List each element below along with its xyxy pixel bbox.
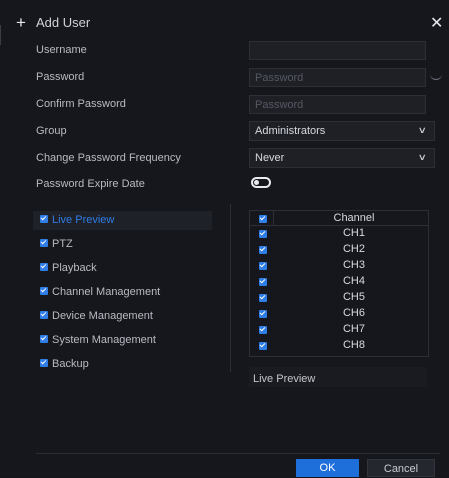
change-frequency-label: Change Password Frequency bbox=[36, 152, 181, 164]
checkbox-checked-icon[interactable] bbox=[259, 278, 267, 286]
permission-label: PTZ bbox=[52, 238, 73, 250]
table-row[interactable]: CH7 bbox=[250, 323, 428, 336]
confirm-password-input[interactable] bbox=[249, 95, 426, 114]
permission-scope-label: Live Preview bbox=[253, 373, 316, 385]
table-row[interactable]: CH1 bbox=[250, 227, 428, 240]
checkbox-checked-icon[interactable] bbox=[40, 359, 48, 368]
expire-date-label: Password Expire Date bbox=[36, 178, 145, 190]
checkbox-checked-icon[interactable] bbox=[40, 287, 48, 296]
group-label: Group bbox=[36, 125, 67, 137]
checkbox-checked-icon[interactable] bbox=[259, 262, 267, 270]
username-input[interactable] bbox=[249, 41, 426, 60]
table-row[interactable]: CH6 bbox=[250, 307, 428, 320]
checkbox-checked-icon[interactable] bbox=[40, 215, 48, 224]
footer-divider bbox=[36, 453, 440, 454]
checkbox-checked-icon[interactable] bbox=[259, 230, 267, 238]
channel-name: CH8 bbox=[342, 339, 365, 351]
channel-name: CH6 bbox=[342, 307, 365, 319]
permission-label: Live Preview bbox=[52, 214, 115, 226]
checkbox-checked-icon[interactable] bbox=[40, 239, 48, 248]
permission-playback[interactable]: Playback bbox=[40, 262, 97, 278]
cancel-button[interactable]: Cancel bbox=[367, 459, 435, 477]
group-select-value: Administrators bbox=[255, 125, 326, 137]
plus-icon: + bbox=[16, 13, 26, 32]
chevron-down-icon: ∨ bbox=[418, 152, 428, 162]
confirm-password-label: Confirm Password bbox=[36, 98, 126, 110]
checkbox-checked-icon[interactable] bbox=[40, 311, 48, 320]
checkbox-checked-icon[interactable] bbox=[259, 215, 267, 223]
column-divider bbox=[273, 211, 274, 225]
permission-live-preview[interactable]: Live Preview bbox=[40, 214, 114, 230]
channel-column-header: Channel bbox=[333, 212, 375, 224]
toggle-knob bbox=[254, 180, 259, 185]
checkbox-checked-icon[interactable] bbox=[259, 342, 267, 350]
channel-name: CH7 bbox=[342, 323, 365, 335]
checkbox-checked-icon[interactable] bbox=[40, 263, 48, 272]
channel-name: CH4 bbox=[342, 275, 365, 287]
table-row[interactable]: CH5 bbox=[250, 291, 428, 304]
add-user-dialog: + Add User ✕ Username Password Confirm P… bbox=[0, 0, 449, 477]
chevron-down-icon: ∨ bbox=[418, 125, 428, 135]
eye-icon[interactable] bbox=[430, 73, 442, 80]
permission-label: Backup bbox=[52, 358, 89, 370]
channel-name: CH1 bbox=[342, 227, 365, 239]
dialog-title: Add User bbox=[36, 15, 91, 30]
permission-label: Channel Management bbox=[52, 286, 161, 298]
channel-table: Channel CH1 CH2 CH3 CH4 CH5 CH6 CH7 CH8 bbox=[249, 210, 429, 357]
channel-name: CH5 bbox=[342, 291, 365, 303]
left-edge-marker bbox=[0, 25, 5, 45]
table-row[interactable]: CH8 bbox=[250, 339, 428, 352]
table-row[interactable]: CH2 bbox=[250, 243, 428, 256]
password-label: Password bbox=[36, 71, 85, 83]
ok-button[interactable]: OK bbox=[296, 459, 359, 477]
checkbox-checked-icon[interactable] bbox=[259, 326, 267, 334]
permission-label: Device Management bbox=[52, 310, 153, 322]
table-row[interactable]: CH3 bbox=[250, 259, 428, 272]
permission-backup[interactable]: Backup bbox=[40, 358, 89, 374]
change-frequency-value: Never bbox=[255, 152, 285, 164]
username-label: Username bbox=[36, 44, 87, 56]
close-icon[interactable]: ✕ bbox=[430, 13, 443, 33]
permission-label: Playback bbox=[52, 262, 97, 274]
permission-device-management[interactable]: Device Management bbox=[40, 310, 153, 326]
permission-ptz[interactable]: PTZ bbox=[40, 238, 73, 254]
group-select[interactable]: Administrators ∨ bbox=[249, 121, 435, 141]
permission-channel-management[interactable]: Channel Management bbox=[40, 286, 160, 302]
panel-divider bbox=[230, 204, 231, 372]
checkbox-checked-icon[interactable] bbox=[40, 335, 48, 344]
checkbox-checked-icon[interactable] bbox=[259, 294, 267, 302]
channel-header-row: Channel bbox=[250, 212, 428, 225]
table-row[interactable]: CH4 bbox=[250, 275, 428, 288]
permission-system-management[interactable]: System Management bbox=[40, 334, 156, 350]
expire-date-toggle[interactable] bbox=[251, 177, 271, 188]
password-input[interactable] bbox=[249, 68, 426, 87]
channel-name: CH2 bbox=[342, 243, 365, 255]
change-frequency-select[interactable]: Never ∨ bbox=[249, 148, 435, 168]
permission-label: System Management bbox=[52, 334, 156, 346]
header-divider bbox=[250, 225, 428, 226]
channel-name: CH3 bbox=[342, 259, 365, 271]
checkbox-checked-icon[interactable] bbox=[259, 310, 267, 318]
checkbox-checked-icon[interactable] bbox=[259, 246, 267, 254]
